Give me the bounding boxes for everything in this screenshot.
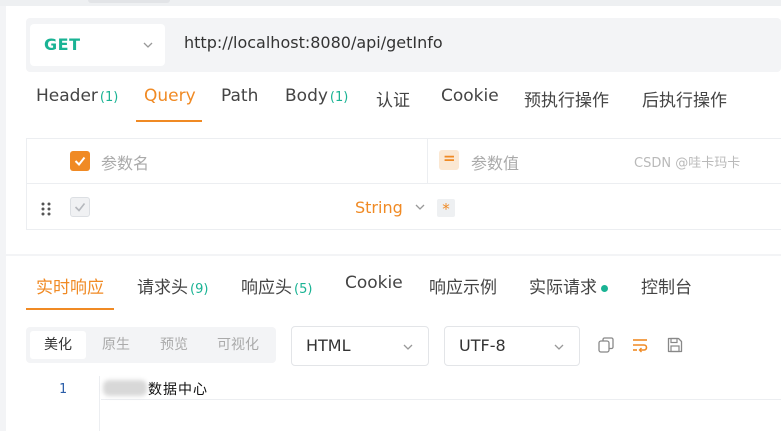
column-divider [427,139,428,183]
response-toolbar: 美化 原生 预览 可视化 HTML UTF-8 [6,324,781,366]
required-badge[interactable]: * [437,199,455,218]
tab-path[interactable]: Path [221,86,258,106]
tab-query[interactable]: Query [144,86,196,106]
tab-count: (1) [329,90,349,105]
view-raw[interactable]: 原生 [88,331,144,359]
tab-label: 响应头 [241,278,292,298]
response-panel: 实时响应 请求头 (9) 响应头 (5) Cookie 响应示例 实际请求 控制台 … [6,256,781,431]
format-label: HTML [306,336,351,355]
param-type-select[interactable]: String [355,198,403,217]
encoding-select[interactable]: UTF-8 [444,326,580,366]
equals-badge: = [439,149,459,170]
tab-label: Cookie [441,86,499,106]
active-tab-indicator [136,120,202,122]
url-input[interactable]: http://localhost:8080/api/getInfo [184,33,443,52]
line-gutter: 1 [6,376,100,431]
param-name-header: 参数名 [101,154,150,173]
chevron-down-icon [554,344,564,350]
request-panel: GET http://localhost:8080/api/getInfo He… [6,6,781,254]
tab-actual-request[interactable]: 实际请求 [529,273,608,298]
format-select[interactable]: HTML [291,326,429,366]
url-bar: GET http://localhost:8080/api/getInfo [26,18,781,72]
tab-body[interactable]: Body (1) [285,86,348,106]
redacted-text [103,380,147,396]
chevron-down-icon[interactable] [414,201,426,213]
tab-label: 预执行操作 [524,91,609,111]
active-tab-indicator [26,308,114,310]
drag-handle-icon[interactable] [40,202,52,216]
tab-label: Path [221,86,259,106]
tab-auth[interactable]: 认证 [376,86,410,111]
tab-count: (1) [99,90,119,105]
response-body-text: 数据中心 [148,382,208,398]
code-line: 数据中心 [101,376,781,400]
tab-stub [88,0,170,3]
view-preview[interactable]: 预览 [146,331,202,359]
tab-request-headers[interactable]: 请求头 (9) [137,273,208,298]
tab-label: Query [144,86,196,106]
param-row: String * [27,185,781,230]
chevron-down-icon [143,42,153,48]
param-value-header: 参数值 [471,154,520,173]
tab-label: Cookie [345,273,403,293]
tab-cookie[interactable]: Cookie [441,86,499,106]
request-tabs: Header (1) Query Path Body (1) 认证 Cookie 预… [6,76,781,126]
watermark: CSDN @哇卡玛卡 [634,156,741,171]
line-number: 1 [59,382,67,397]
method-select[interactable]: GET [30,24,165,66]
view-mode-group: 美化 原生 预览 可视化 [26,327,276,363]
checkbox-checked-icon [74,156,86,167]
tab-count: (5) [294,282,313,297]
tab-header[interactable]: Header (1) [36,86,118,106]
tab-label: 实际请求 [529,278,597,298]
tab-label: 控制台 [641,278,692,298]
status-dot [601,284,608,292]
wrap-lines-icon[interactable] [631,336,649,354]
chevron-down-icon [403,344,413,350]
view-visualize[interactable]: 可视化 [204,331,272,359]
tab-label: 认证 [376,91,410,111]
copy-icon[interactable] [597,336,615,354]
view-beautify[interactable]: 美化 [30,331,86,359]
tab-label: 实时响应 [36,278,104,298]
tab-label: 响应示例 [429,278,497,298]
tab-response-cookie[interactable]: Cookie [345,273,403,293]
tab-post-script[interactable]: 后执行操作 [642,86,727,111]
tab-pre-script[interactable]: 预执行操作 [524,86,609,111]
tab-response-headers[interactable]: 响应头 (5) [241,273,312,298]
checkbox-checked-icon [74,203,86,212]
response-tabs: 实时响应 请求头 (9) 响应头 (5) Cookie 响应示例 实际请求 控制台 [6,256,781,310]
tab-label: Header [36,86,98,106]
tab-response-example[interactable]: 响应示例 [429,273,497,298]
equals-symbol: = [443,149,456,167]
method-label: GET [44,35,81,54]
response-editor[interactable]: 1 数据中心 [6,376,781,431]
encoding-label: UTF-8 [459,336,506,355]
row-checkbox[interactable] [70,197,90,217]
tab-label: 请求头 [137,278,188,298]
tab-live-response[interactable]: 实时响应 [36,273,104,298]
tab-label: 后执行操作 [642,91,727,111]
save-icon[interactable] [666,336,684,354]
tab-console[interactable]: 控制台 [641,273,692,298]
tab-count: (9) [190,282,209,297]
select-all-checkbox[interactable] [70,151,90,171]
tab-label: Body [285,86,328,106]
